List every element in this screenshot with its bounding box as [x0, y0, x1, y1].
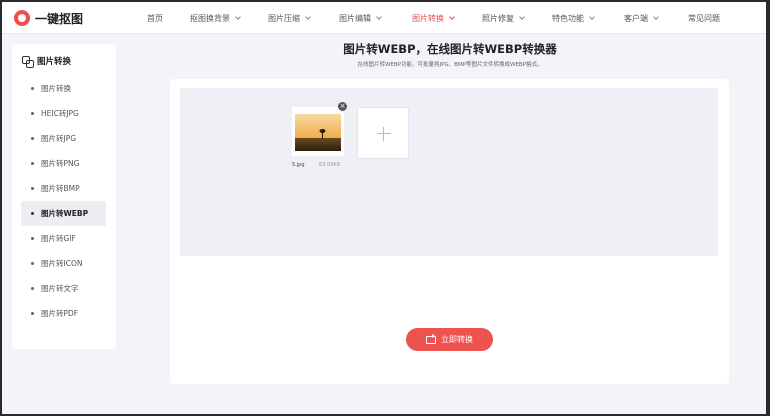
nav-edit[interactable]: 图片编辑: [339, 13, 382, 24]
sidebar-item-image-convert[interactable]: 图片转换: [12, 76, 116, 101]
nav-repair[interactable]: 照片修复: [482, 13, 525, 24]
nav-convert[interactable]: 图片转换: [412, 13, 455, 24]
nav-cutout[interactable]: 抠图换背景: [190, 13, 241, 24]
brand-name: 一键抠图: [35, 11, 84, 26]
convert-button-label: 立即转换: [441, 335, 473, 344]
convert-now-button[interactable]: 立即转换: [406, 328, 493, 351]
sidebar-item-to-gif[interactable]: 图片转GIF: [12, 226, 116, 251]
add-file-button[interactable]: [357, 107, 409, 159]
nav-compress[interactable]: 图片压缩: [268, 13, 311, 24]
sidebar-list: 图片转换 HEIC转JPG 图片转JPG 图片转PNG 图片转BMP 图片转WE…: [12, 76, 116, 326]
plus-icon: [377, 133, 391, 134]
chevron-down-icon: [305, 13, 311, 20]
sidebar-item-to-jpg[interactable]: 图片转JPG: [12, 126, 116, 151]
convert-icon: [22, 56, 34, 68]
uploaded-file-card[interactable]: [292, 107, 344, 156]
nav-faq[interactable]: 常见问题: [688, 13, 720, 24]
sidebar-item-to-pdf[interactable]: 图片转PDF: [12, 301, 116, 326]
sidebar-item-heic-to-jpg[interactable]: HEIC转JPG: [12, 101, 116, 126]
upload-drop-zone[interactable]: × 5.jpg 63.09KB: [180, 88, 718, 256]
chevron-down-icon: [235, 13, 241, 20]
file-name: 5.jpg: [292, 162, 305, 168]
converter-card: × 5.jpg 63.09KB 立即转换: [170, 79, 729, 384]
main-nav: 首页 抠图换背景 图片压缩 图片编辑 图片转换 照片修复 特色功能 客户端 常见…: [147, 2, 720, 34]
sunset-thumbnail-image: [295, 114, 341, 151]
logo-ring-icon: [14, 10, 30, 26]
bullet-icon: [31, 212, 34, 215]
page-subtitle: 在线图片转WEBP功能，可批量将JPG、BMP等图片文件转换成WEBP格式。: [357, 62, 543, 68]
remove-file-button[interactable]: ×: [338, 102, 347, 111]
bullet-icon: [31, 87, 34, 90]
chevron-down-icon: [589, 13, 595, 20]
bullet-icon: [31, 262, 34, 265]
bullet-icon: [31, 187, 34, 190]
chevron-down-icon: [653, 13, 659, 20]
chevron-down-icon: [449, 13, 455, 20]
chevron-down-icon: [519, 13, 525, 20]
chevron-down-icon: [376, 13, 382, 20]
sidebar-item-to-icon[interactable]: 图片转ICON: [12, 251, 116, 276]
brand-logo[interactable]: 一键抠图: [14, 9, 83, 27]
nav-features[interactable]: 特色功能: [552, 13, 595, 24]
file-size: 63.09KB: [319, 162, 341, 168]
sidebar-item-to-png[interactable]: 图片转PNG: [12, 151, 116, 176]
sidebar: 图片转换 图片转换 HEIC转JPG 图片转JPG 图片转PNG 图片转BMP …: [12, 44, 116, 349]
sidebar-item-to-bmp[interactable]: 图片转BMP: [12, 176, 116, 201]
top-navbar: 一键抠图 首页 抠图换背景 图片压缩 图片编辑 图片转换 照片修复 特色功能 客…: [2, 2, 766, 34]
bullet-icon: [31, 137, 34, 140]
sidebar-item-to-webp[interactable]: 图片转WEBP: [21, 201, 106, 226]
bullet-icon: [31, 237, 34, 240]
bullet-icon: [31, 312, 34, 315]
bullet-icon: [31, 287, 34, 290]
sidebar-item-to-text[interactable]: 图片转文字: [12, 276, 116, 301]
bullet-icon: [31, 112, 34, 115]
sidebar-title: 图片转换: [37, 57, 72, 67]
convert-arrow-icon: [426, 333, 436, 344]
sidebar-header: 图片转换: [22, 55, 72, 68]
nav-client[interactable]: 客户端: [624, 13, 659, 24]
app-window: 一键抠图 首页 抠图换背景 图片压缩 图片编辑 图片转换 照片修复 特色功能 客…: [0, 0, 770, 416]
nav-home[interactable]: 首页: [147, 13, 163, 24]
file-thumbnail: [295, 114, 341, 151]
page-title: 图片转WEBP，在线图片转WEBP转换器: [343, 42, 557, 56]
bullet-icon: [31, 162, 34, 165]
